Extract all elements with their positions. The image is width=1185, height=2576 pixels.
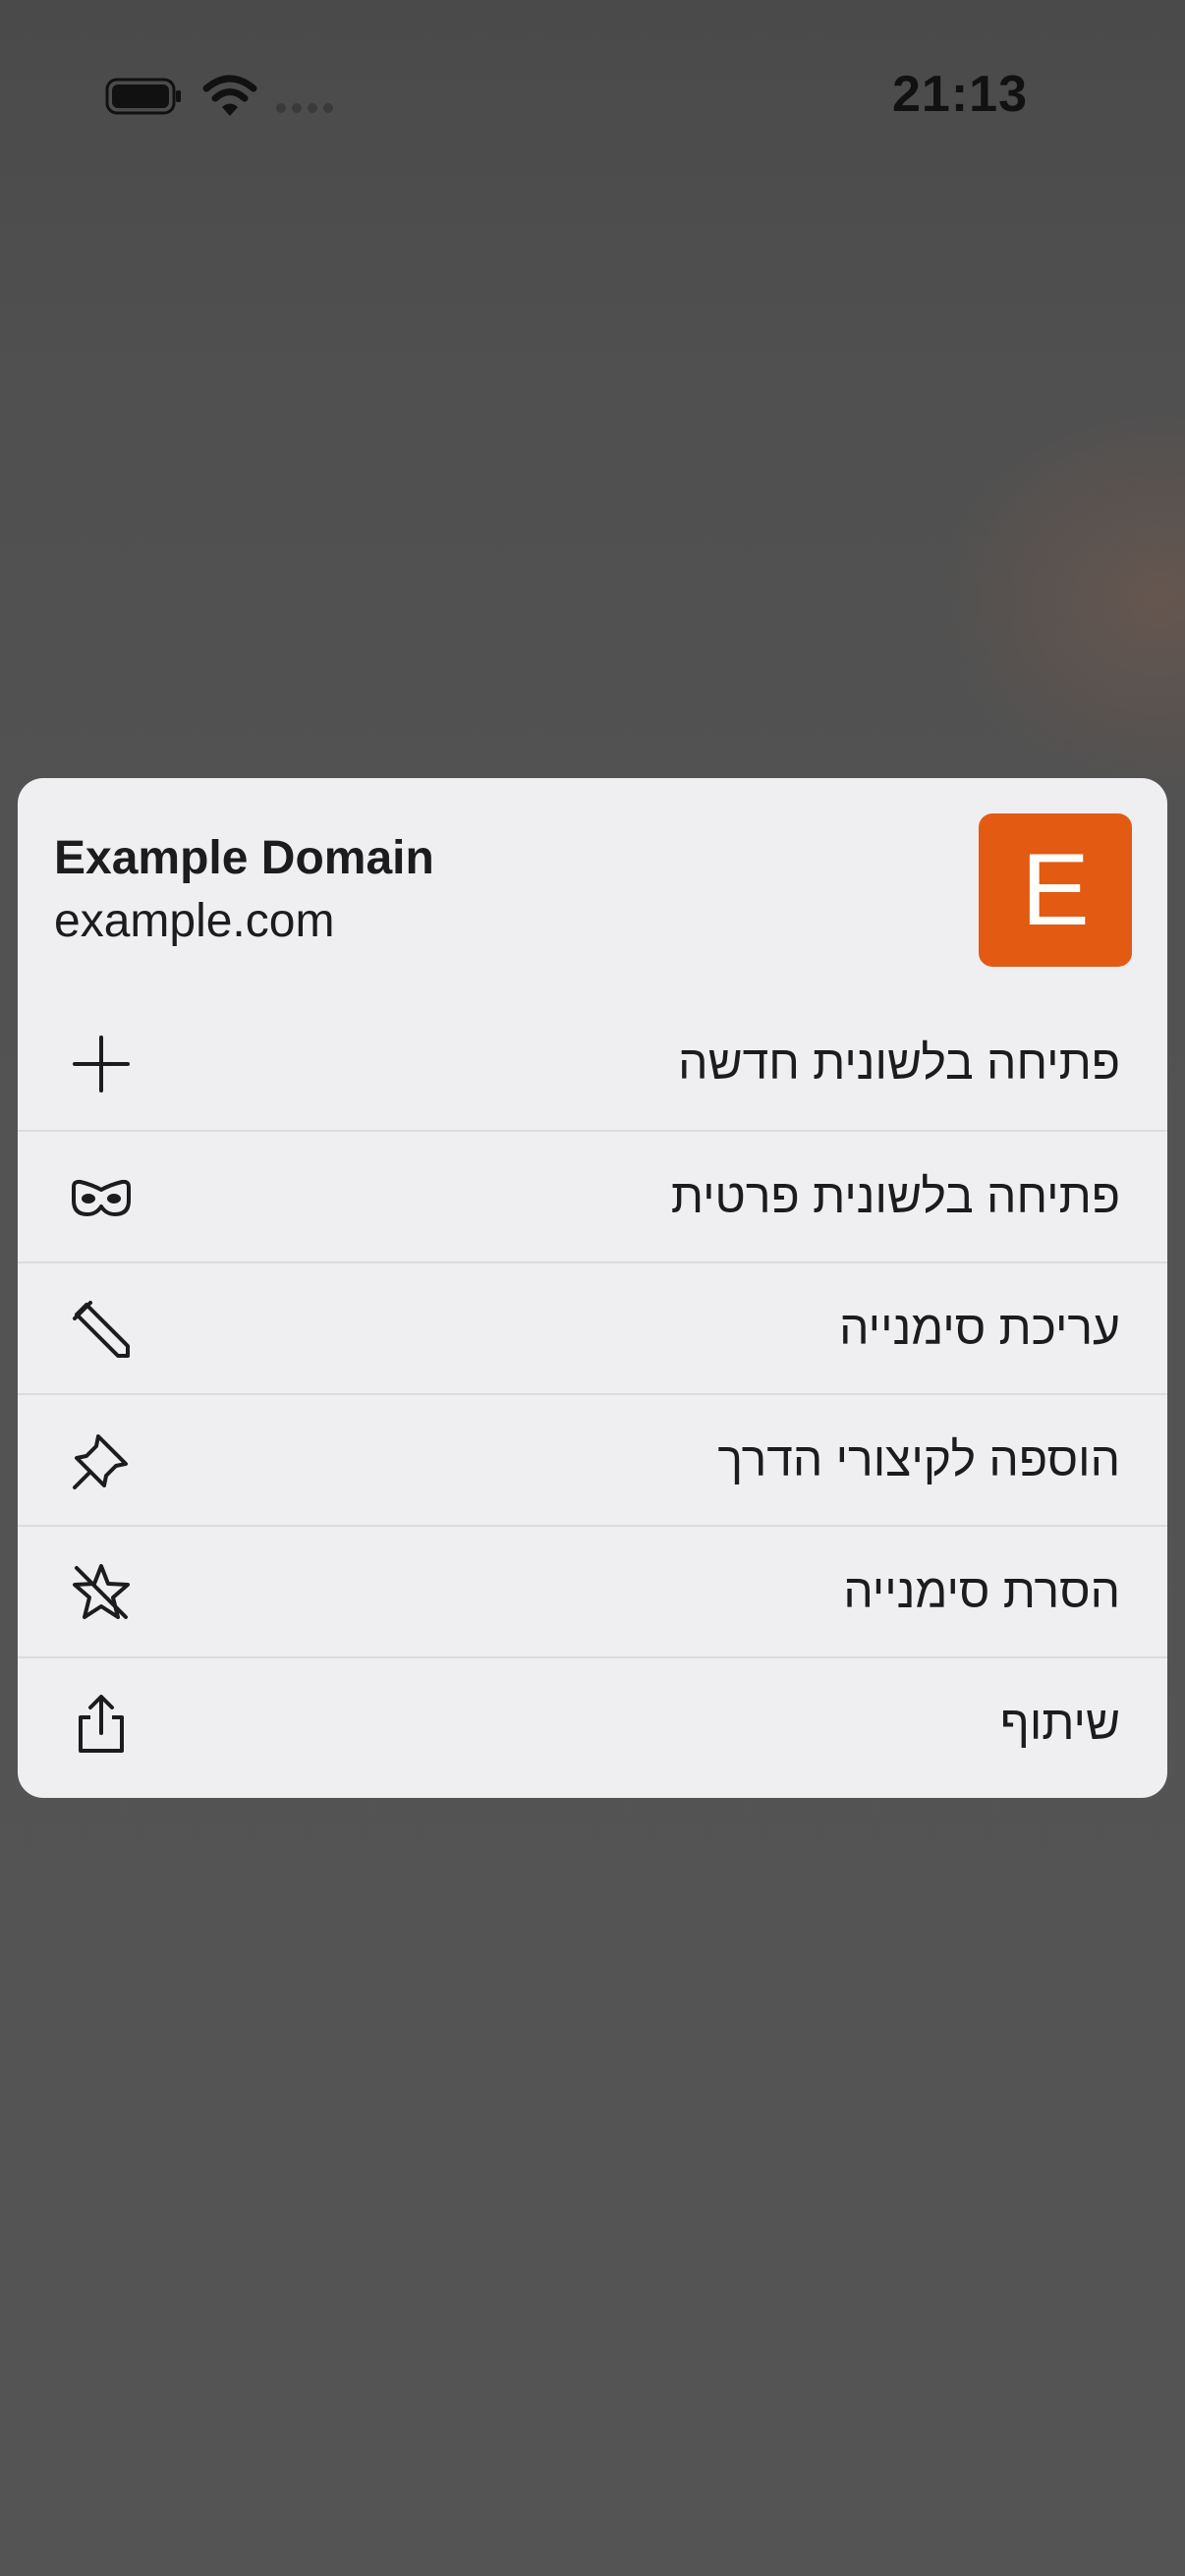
- menu-list: פתיחה בלשונית חדשה פתיחה בלשונית פרטית ע…: [18, 998, 1167, 1788]
- menu-item-remove-bookmark[interactable]: הסרת סימנייה: [18, 1525, 1167, 1656]
- menu-item-label: הסרת סימנייה: [843, 1566, 1120, 1618]
- menu-item-label: פתיחה בלשונית פרטית: [670, 1171, 1120, 1223]
- pencil-icon: [69, 1297, 134, 1362]
- menu-item-edit-bookmark[interactable]: עריכת סימנייה: [18, 1261, 1167, 1393]
- signal-icon: [276, 103, 333, 113]
- private-mask-icon: [69, 1165, 134, 1230]
- menu-item-add-to-shortcuts[interactable]: הוספה לקיצורי הדרך: [18, 1393, 1167, 1525]
- menu-item-label: עריכת סימנייה: [839, 1303, 1120, 1355]
- site-title: Example Domain: [54, 832, 434, 884]
- site-favicon: E: [979, 813, 1132, 967]
- context-menu: Example Domain example.com E פתיחה בלשונ…: [18, 778, 1167, 1798]
- menu-item-label: שיתוף: [999, 1698, 1120, 1750]
- pin-icon: [69, 1428, 134, 1493]
- site-url: example.com: [54, 895, 335, 947]
- menu-item-label: פתיחה בלשונית חדשה: [678, 1037, 1120, 1090]
- star-slash-icon: [69, 1560, 134, 1625]
- status-time: 21:13: [892, 66, 1028, 123]
- menu-item-open-private-tab[interactable]: פתיחה בלשונית פרטית: [18, 1130, 1167, 1261]
- share-icon: [69, 1692, 134, 1757]
- menu-item-share[interactable]: שיתוף: [18, 1656, 1167, 1788]
- menu-item-label: הוספה לקיצורי הדרך: [717, 1434, 1120, 1486]
- status-bar: 21:13: [0, 0, 1185, 196]
- menu-item-open-new-tab[interactable]: פתיחה בלשונית חדשה: [18, 998, 1167, 1130]
- wifi-icon: [202, 75, 257, 116]
- link-preview-header[interactable]: Example Domain example.com E: [18, 778, 1167, 1002]
- plus-icon: [69, 1032, 134, 1096]
- battery-icon: [105, 78, 181, 115]
